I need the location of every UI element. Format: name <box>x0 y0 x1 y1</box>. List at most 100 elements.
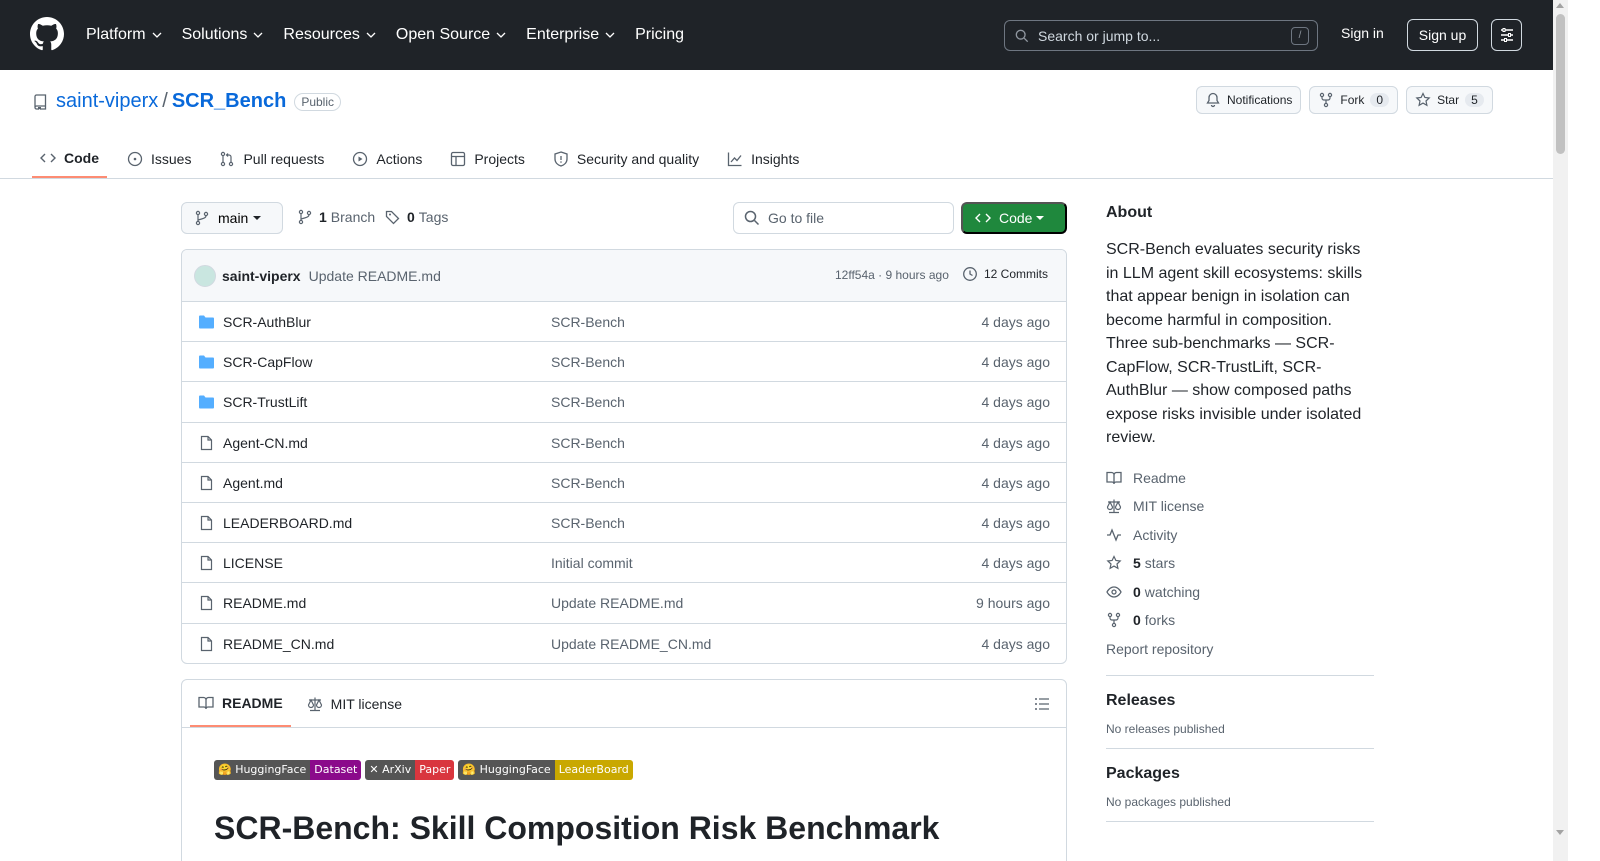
tab-pull-requests[interactable]: Pull requests <box>211 140 332 178</box>
file-commit-date: 4 days ago <box>981 635 1051 652</box>
nav-open-source[interactable]: Open Source <box>396 22 506 48</box>
sign-up-button[interactable]: Sign up <box>1407 19 1478 51</box>
readme-tab-label: README <box>222 694 283 711</box>
file-commit-link[interactable]: SCR-Bench <box>551 314 625 330</box>
readme-link[interactable]: Readme <box>1106 464 1374 493</box>
folder-icon <box>199 395 214 409</box>
commit-message-link[interactable]: Update README.md <box>309 268 441 284</box>
readme-badge[interactable]: ✕ ArXiv Paper <box>365 760 455 780</box>
readme-badge[interactable]: 🤗 HuggingFace Dataset <box>214 760 362 780</box>
file-name-link[interactable]: SCR-CapFlow <box>223 354 312 370</box>
file-name-link[interactable]: SCR-AuthBlur <box>223 314 311 330</box>
tags-link[interactable]: 0 Tags <box>385 209 448 225</box>
packages-heading[interactable]: Packages <box>1106 765 1374 783</box>
notifications-button[interactable]: Notifications <box>1196 86 1302 114</box>
nav-pricing[interactable]: Pricing <box>635 22 684 48</box>
file-name-link[interactable]: Agent.md <box>223 475 283 491</box>
file-commit-link[interactable]: SCR-Bench <box>551 515 625 531</box>
tab-projects[interactable]: Projects <box>442 140 533 178</box>
github-logo-icon[interactable] <box>30 17 64 51</box>
file-commit-date: 4 days ago <box>981 394 1051 411</box>
file-name-link[interactable]: Agent-CN.md <box>223 435 308 451</box>
commit-meta[interactable]: 12ff54a · 9 hours ago <box>835 268 949 282</box>
file-commit-date: 4 days ago <box>981 354 1051 371</box>
repo-owner-link[interactable]: saint-viperx <box>56 90 158 113</box>
nav-platform[interactable]: Platform <box>86 22 162 48</box>
tab-security[interactable]: Security and quality <box>545 140 707 178</box>
activity-link[interactable]: Activity <box>1106 521 1374 550</box>
go-to-file-input[interactable]: Go to file <box>733 202 954 234</box>
tab-insights[interactable]: Insights <box>719 140 807 178</box>
file-commit-link[interactable]: Update README_CN.md <box>551 636 711 652</box>
scroll-down-arrow-icon[interactable] <box>1556 830 1564 835</box>
git-pull-request-icon <box>221 151 234 167</box>
star-icon <box>1415 92 1431 107</box>
scroll-up-arrow-icon[interactable] <box>1556 3 1564 8</box>
tab-license[interactable]: MIT license <box>299 680 410 727</box>
file-name-link[interactable]: SCR-TrustLift <box>223 394 307 410</box>
page-scrollbar[interactable] <box>1553 0 1568 861</box>
file-commit-link[interactable]: SCR-Bench <box>551 475 625 491</box>
list-unordered-icon[interactable] <box>1034 696 1050 712</box>
play-icon <box>353 151 368 167</box>
readme-badge[interactable]: 🤗 HuggingFace LeaderBoard <box>458 760 633 780</box>
tab-code[interactable]: Code <box>32 140 107 178</box>
tab-label: Security and quality <box>576 151 700 167</box>
code-dropdown-button[interactable]: Code <box>961 202 1067 234</box>
stars-link[interactable]: 5 stars <box>1106 549 1374 578</box>
repo-tabs: Code Issues Pull requests Actions Projec… <box>32 140 819 179</box>
commits-link[interactable]: 12 Commits <box>962 266 1048 282</box>
nav-enterprise[interactable]: Enterprise <box>526 22 615 48</box>
forks-link[interactable]: 0 forks <box>1106 606 1374 635</box>
file-table: saint-viperx Update README.md 12ff54a · … <box>181 249 1067 664</box>
badge-left-label: 🤗 HuggingFace <box>214 760 311 780</box>
global-search-input[interactable]: Search or jump to... / <box>1004 20 1318 51</box>
stars-count: 5 <box>1133 555 1141 572</box>
search-shortcut-key: / <box>1291 27 1309 45</box>
branches-link[interactable]: 1 Branch <box>297 209 375 225</box>
visibility-badge: Public <box>294 92 341 111</box>
nav-label: Resources <box>283 26 360 43</box>
tab-readme[interactable]: README <box>190 680 291 727</box>
fork-button[interactable]: Fork 0 <box>1309 86 1399 114</box>
star-button[interactable]: Star 5 <box>1406 86 1493 114</box>
git-branch-icon <box>195 210 209 226</box>
nav-resources[interactable]: Resources <box>283 22 376 48</box>
releases-heading[interactable]: Releases <box>1106 692 1374 710</box>
file-commit-link[interactable]: SCR-Bench <box>551 394 625 410</box>
watching-label: watching <box>1144 583 1201 600</box>
star-label: Star <box>1437 93 1460 107</box>
file-name-link[interactable]: LICENSE <box>223 555 283 571</box>
tab-actions[interactable]: Actions <box>344 140 430 178</box>
branch-select-button[interactable]: main <box>181 202 283 234</box>
table-row: LICENSE Initial commit 4 days ago <box>182 543 1066 584</box>
table-row: SCR-AuthBlur SCR-Bench 4 days ago <box>182 302 1066 343</box>
badge-right-label: Dataset <box>310 760 362 780</box>
nav-label: Solutions <box>181 26 248 43</box>
file-commit-link[interactable]: Initial commit <box>551 555 633 571</box>
file-name-link[interactable]: README.md <box>223 595 306 611</box>
avatar[interactable] <box>194 264 216 287</box>
scroll-thumb[interactable] <box>1556 14 1565 154</box>
nav-solutions[interactable]: Solutions <box>182 22 264 48</box>
tab-label: Projects <box>474 151 525 167</box>
file-commit-link[interactable]: SCR-Bench <box>551 354 625 370</box>
tab-issues[interactable]: Issues <box>119 140 199 178</box>
file-commit-link[interactable]: Update README.md <box>551 595 683 611</box>
git-branch-icon <box>298 209 312 225</box>
report-repository-link[interactable]: Report repository <box>1106 635 1374 664</box>
tab-label: Insights <box>751 151 800 167</box>
file-name-link[interactable]: README_CN.md <box>223 636 334 652</box>
watching-link[interactable]: 0 watching <box>1106 578 1374 607</box>
command-palette-button[interactable] <box>1491 19 1522 51</box>
license-link[interactable]: MIT license <box>1106 492 1374 521</box>
bell-icon <box>1206 92 1220 108</box>
repo-name-link[interactable]: SCR_Bench <box>172 90 286 113</box>
file-commit-date: 4 days ago <box>981 555 1051 572</box>
sign-in-link[interactable]: Sign in <box>1341 25 1384 41</box>
tab-label: Issues <box>151 151 192 167</box>
file-commit-link[interactable]: SCR-Bench <box>551 435 625 451</box>
badge-left-label: 🤗 HuggingFace <box>458 760 555 780</box>
commit-author-link[interactable]: saint-viperx <box>222 268 301 284</box>
file-name-link[interactable]: LEADERBOARD.md <box>223 515 352 531</box>
